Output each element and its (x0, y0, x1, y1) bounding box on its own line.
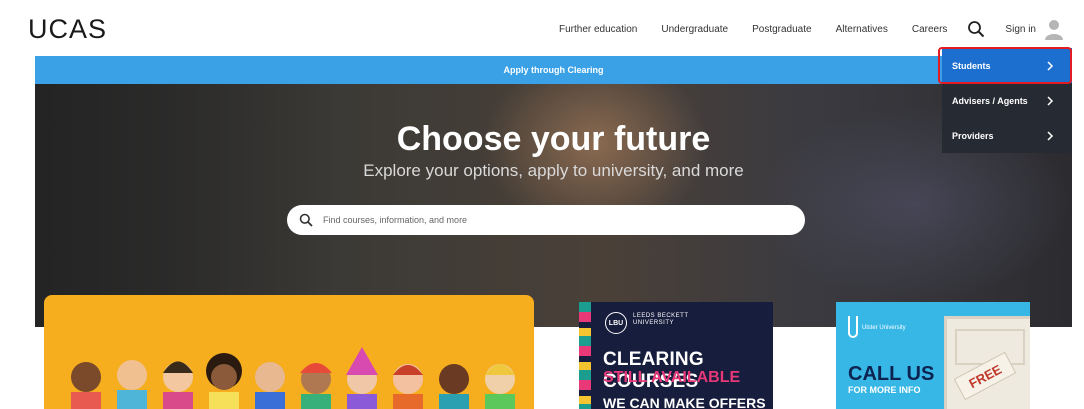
selection-highlight (938, 47, 1072, 84)
hero-title: Choose your future (396, 120, 711, 158)
ulster-subheadline: FOR MORE INFO (848, 385, 921, 395)
sign-in-link[interactable]: Sign in (1005, 24, 1036, 35)
promo-card-ulster[interactable]: Ulster University CALL US FOR MORE INFO … (836, 302, 1030, 409)
lbu-logo: LBU (605, 312, 627, 334)
hero-subtitle: Explore your options, apply to universit… (363, 161, 744, 180)
search-input[interactable] (323, 215, 783, 225)
nav-postgraduate[interactable]: Postgraduate (752, 24, 812, 35)
ulster-university-name: Ulster University (862, 325, 906, 331)
decorative-strip (579, 302, 591, 409)
chevron-right-icon (1047, 95, 1054, 106)
characters-illustration (71, 347, 515, 409)
lbu-university-name: LEEDS BECKETT UNIVERSITY (633, 313, 689, 326)
lbu-tagline: WE CAN MAKE OFFERS 24/7 (603, 395, 766, 409)
hero-section: Choose your future Explore your options,… (35, 84, 1072, 327)
nav-careers[interactable]: Careers (912, 24, 948, 35)
promo-card-leeds-beckett[interactable]: LBU LEEDS BECKETT UNIVERSITY CLEARING CO… (579, 302, 773, 409)
hero-search-bar[interactable] (287, 205, 805, 235)
nav-undergraduate[interactable]: Undergraduate (661, 24, 728, 35)
dropdown-item-advisers-agents[interactable]: Advisers / Agents (942, 83, 1072, 118)
ulster-logo-icon (848, 316, 858, 338)
nav-alternatives[interactable]: Alternatives (836, 24, 888, 35)
site-header: UCAS Further education Undergraduate Pos… (0, 0, 1084, 58)
clearing-banner-label: Apply through Clearing (503, 65, 604, 75)
search-icon (299, 213, 313, 227)
chevron-right-icon (1047, 130, 1054, 141)
ucas-homepage: UCAS Further education Undergraduate Pos… (0, 0, 1084, 409)
search-icon[interactable] (967, 20, 985, 38)
nav-further-education[interactable]: Further education (559, 24, 637, 35)
dropdown-item-providers[interactable]: Providers (942, 118, 1072, 153)
dropdown-item-label: Advisers / Agents (952, 95, 1028, 106)
clearing-banner[interactable]: Apply through Clearing (35, 56, 1072, 84)
promo-card-illustration[interactable] (44, 295, 534, 409)
ucas-logo[interactable]: UCAS (28, 14, 107, 45)
lbu-subheadline: STILL AVAILABLE (603, 369, 741, 386)
dropdown-item-label: Providers (952, 130, 994, 141)
user-avatar-icon[interactable] (1044, 18, 1064, 40)
ulster-headline: CALL US (848, 363, 935, 385)
